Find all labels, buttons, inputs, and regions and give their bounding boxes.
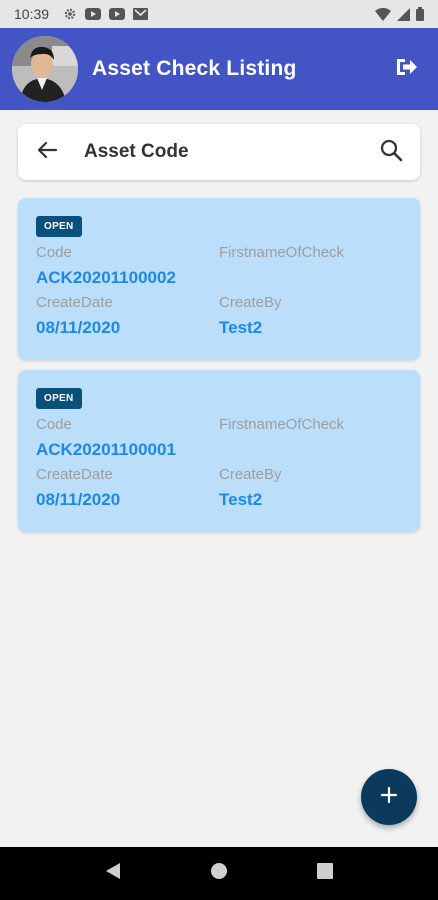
app-bar: Asset Check Listing bbox=[0, 28, 438, 110]
arrow-left-icon bbox=[37, 141, 58, 164]
nav-back-button[interactable] bbox=[93, 854, 133, 894]
avatar[interactable] bbox=[12, 36, 78, 102]
logout-icon bbox=[395, 57, 417, 82]
create-by-label: CreateBy bbox=[219, 466, 282, 483]
code-value: ACK20201100002 bbox=[36, 268, 176, 287]
recents-square-icon bbox=[317, 863, 333, 884]
nav-recents-button[interactable] bbox=[305, 854, 345, 894]
search-button[interactable] bbox=[376, 137, 406, 167]
plus-icon bbox=[379, 785, 399, 810]
back-triangle-icon bbox=[105, 862, 121, 885]
settings-icon bbox=[63, 7, 77, 21]
create-date-label: CreateDate bbox=[36, 294, 113, 311]
card-fields: Code FirstnameOfCheck ACK20201100002 Cre… bbox=[36, 243, 402, 343]
search-field-label[interactable]: Asset Code bbox=[84, 141, 376, 163]
home-circle-icon bbox=[210, 862, 228, 885]
status-badge: OPEN bbox=[36, 388, 82, 409]
add-asset-check-button[interactable] bbox=[361, 769, 417, 825]
firstname-value bbox=[219, 435, 402, 465]
youtube-icon bbox=[109, 8, 126, 20]
status-right bbox=[375, 7, 424, 21]
page-title: Asset Check Listing bbox=[92, 57, 297, 80]
battery-icon bbox=[416, 7, 424, 21]
code-value: ACK20201100001 bbox=[36, 440, 176, 459]
logout-button[interactable] bbox=[388, 51, 424, 87]
system-nav-bar bbox=[0, 847, 438, 900]
status-time: 10:39 bbox=[14, 6, 50, 22]
back-button[interactable] bbox=[34, 139, 60, 165]
signal-icon bbox=[397, 7, 410, 21]
card-fields: Code FirstnameOfCheck ACK20201100001 Cre… bbox=[36, 415, 402, 515]
create-date-value: 08/11/2020 bbox=[36, 318, 121, 337]
status-badge: OPEN bbox=[36, 216, 82, 237]
firstname-label: FirstnameOfCheck bbox=[219, 416, 345, 433]
code-label: Code bbox=[36, 244, 72, 261]
search-bar: Asset Code bbox=[18, 124, 420, 180]
asset-check-card[interactable]: OPEN Code FirstnameOfCheck ACK2020110000… bbox=[18, 370, 420, 532]
search-icon bbox=[379, 138, 403, 167]
asset-check-card[interactable]: OPEN Code FirstnameOfCheck ACK2020110000… bbox=[18, 198, 420, 360]
create-by-label: CreateBy bbox=[219, 294, 282, 311]
gmail-icon bbox=[133, 8, 149, 20]
youtube-icon bbox=[85, 8, 102, 20]
firstname-value bbox=[219, 263, 402, 293]
status-bar: 10:39 bbox=[0, 0, 438, 28]
firstname-label: FirstnameOfCheck bbox=[219, 244, 345, 261]
create-by-value: Test2 bbox=[219, 490, 263, 509]
code-label: Code bbox=[36, 416, 72, 433]
asset-check-list: OPEN Code FirstnameOfCheck ACK2020110000… bbox=[18, 198, 420, 542]
status-left: 10:39 bbox=[14, 6, 149, 22]
wifi-icon bbox=[375, 7, 391, 21]
create-by-value: Test2 bbox=[219, 318, 263, 337]
nav-home-button[interactable] bbox=[199, 854, 239, 894]
create-date-value: 08/11/2020 bbox=[36, 490, 121, 509]
create-date-label: CreateDate bbox=[36, 466, 113, 483]
